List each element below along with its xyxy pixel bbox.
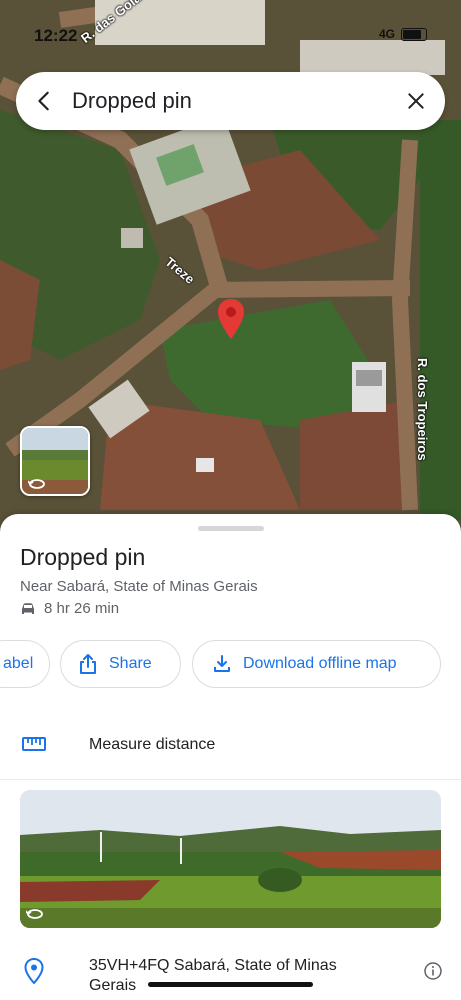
car-icon bbox=[22, 602, 34, 614]
label-button-text: abel bbox=[3, 655, 34, 672]
search-bar[interactable]: Dropped pin bbox=[16, 72, 445, 130]
landscape-photo bbox=[20, 790, 441, 928]
search-title[interactable]: Dropped pin bbox=[72, 88, 387, 114]
street-view-photo[interactable] bbox=[20, 790, 441, 928]
network-label: 4G bbox=[378, 27, 395, 41]
street-label-tropeiros: R. dos Tropeiros bbox=[415, 358, 430, 461]
back-arrow-icon bbox=[38, 91, 49, 111]
divider bbox=[0, 779, 461, 780]
download-offline-map-button[interactable]: Download offline map bbox=[192, 640, 441, 688]
measure-distance-row[interactable]: Measure distance bbox=[0, 719, 461, 773]
plus-code-row[interactable]: 35VH+4FQ Sabará, State of Minas Gerais bbox=[0, 950, 461, 1000]
share-button-text: Share bbox=[109, 655, 152, 672]
ruler-icon bbox=[22, 737, 46, 751]
drive-time-text: 8 hr 26 min bbox=[44, 600, 120, 617]
info-icon[interactable] bbox=[424, 962, 442, 980]
dropped-pin-marker[interactable] bbox=[216, 298, 246, 345]
share-button[interactable]: Share bbox=[60, 640, 181, 688]
download-button-text: Download offline map bbox=[243, 655, 397, 672]
place-sheet[interactable]: Dropped pin Near Sabará, State of Minas … bbox=[0, 514, 461, 1000]
back-button[interactable] bbox=[16, 72, 72, 130]
drag-handle[interactable] bbox=[198, 526, 264, 531]
location-pin-icon bbox=[24, 958, 44, 984]
street-view-rotate-icon bbox=[28, 479, 45, 489]
status-time: 12:22 bbox=[34, 26, 78, 45]
battery-icon bbox=[401, 27, 427, 41]
download-icon bbox=[214, 655, 230, 672]
place-title: Dropped pin bbox=[20, 544, 146, 570]
measure-distance-label: Measure distance bbox=[89, 736, 216, 753]
map-view[interactable]: 12:22 4G R. das Golas Treze R. dos Trope… bbox=[0, 0, 461, 540]
close-button[interactable] bbox=[387, 72, 445, 130]
plus-code-text: 35VH+4FQ Sabará, State of Minas Gerais bbox=[89, 957, 337, 994]
drive-time[interactable]: 8 hr 26 min bbox=[20, 600, 119, 617]
place-subtitle: Near Sabará, State of Minas Gerais bbox=[20, 578, 258, 595]
status-indicators: 4G bbox=[379, 27, 427, 41]
home-indicator[interactable] bbox=[148, 982, 313, 987]
map-pin-icon bbox=[218, 299, 244, 339]
share-icon bbox=[80, 654, 96, 674]
close-icon bbox=[408, 93, 424, 109]
label-button[interactable]: abel bbox=[0, 640, 50, 688]
street-view-rotate-icon bbox=[26, 909, 43, 919]
street-view-thumbnail[interactable] bbox=[20, 426, 90, 496]
